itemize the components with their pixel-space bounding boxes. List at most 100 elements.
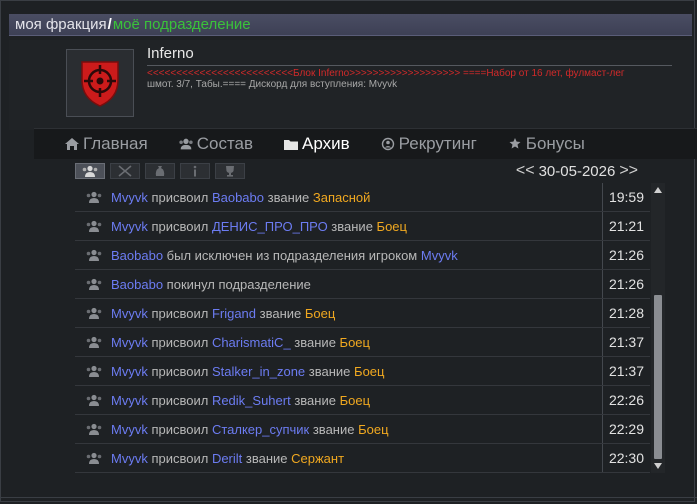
player-link[interactable]: Mvyvk	[111, 335, 148, 350]
rank-name: Запасной	[312, 189, 371, 205]
members-filter-icon	[82, 165, 98, 177]
archive-filter-toolbar	[75, 163, 250, 183]
player-link[interactable]: Redik_Suhert	[212, 393, 291, 408]
log-text: присвоил	[147, 363, 212, 379]
log-row: Mvyvk присвоил ДЕНИС_ПРО_ПРО звание Боец…	[75, 212, 650, 241]
unit-header: Inferno <<<<<<<<<<<<<<<<<<<<<<<<<Блок In…	[9, 40, 692, 130]
log-text: звание	[290, 392, 340, 408]
tab-bonuses-label: Бонусы	[525, 134, 585, 153]
members-icon	[86, 278, 102, 290]
player-link[interactable]: Derilt	[212, 451, 242, 466]
filter-trophy-button[interactable]	[215, 163, 245, 179]
archive-log-list: Mvyvk присвоил Baobabo звание Запасной 19…	[75, 183, 650, 473]
filter-money-button[interactable]	[145, 163, 175, 179]
unit-description-line1: <<<<<<<<<<<<<<<<<<<<<<<<<Блок Inferno>>>…	[147, 68, 625, 79]
recruit-icon	[381, 137, 394, 151]
tab-members-label: Состав	[196, 134, 254, 153]
log-text: присвоил	[147, 334, 212, 350]
members-icon	[86, 394, 102, 406]
combat-filter-icon	[118, 165, 132, 177]
player-link[interactable]: Frigand	[212, 306, 256, 321]
archive-date: 30-05-2026	[538, 162, 616, 180]
player-link[interactable]: Mvyvk	[111, 306, 148, 321]
unit-nav-tabs: Главная Состав Архив Рекрутинг Бонусы	[34, 128, 697, 159]
player-link[interactable]: Mvyvk	[111, 190, 148, 205]
player-link[interactable]: Mvyvk	[111, 364, 148, 379]
unit-name: Inferno	[147, 45, 194, 62]
previous-date-button[interactable]: <<	[512, 162, 539, 180]
tab-recruiting-label: Рекрутинг	[398, 134, 477, 153]
log-text: присвоил	[147, 218, 212, 234]
tab-members[interactable]: Состав	[178, 134, 253, 154]
log-row: Mvyvk присвоил Derilt звание Сержант 22:3…	[75, 444, 650, 473]
members-icon	[86, 307, 102, 319]
log-message: Mvyvk присвоил Baobabo звание Запасной	[111, 190, 602, 205]
log-time: 19:59	[602, 183, 650, 211]
scroll-up-arrow[interactable]	[653, 185, 663, 195]
breadcrumb-unit-link[interactable]: моё подразделение	[113, 16, 251, 33]
log-row: Baobabo покинул подразделение 21:26	[75, 270, 650, 299]
rank-name: Боец	[376, 218, 407, 234]
rank-name: Сержант	[291, 450, 345, 466]
money-filter-icon	[155, 166, 165, 176]
log-scrollbar[interactable]	[651, 183, 665, 473]
player-link[interactable]: CharismatiC_	[212, 335, 291, 350]
player-link[interactable]: Baobabo	[111, 248, 163, 263]
player-link[interactable]: Mvyvk	[421, 248, 458, 263]
tab-bonuses[interactable]: Бонусы	[507, 134, 585, 154]
filter-members-button[interactable]	[75, 163, 105, 179]
unit-name-divider	[147, 65, 672, 66]
player-link[interactable]: Stalker_in_zone	[212, 364, 305, 379]
tab-archive[interactable]: Архив	[283, 134, 350, 154]
log-time: 21:21	[602, 212, 650, 240]
crosshair-shield-icon	[81, 61, 119, 107]
log-text: присвоил	[147, 189, 212, 205]
log-message: Mvyvk присвоил Frigand звание Боец	[111, 306, 602, 321]
log-message: Mvyvk присвоил Redik_Suhert звание Боец	[111, 393, 602, 408]
log-time: 22:29	[602, 415, 650, 443]
breadcrumb-faction-link[interactable]: моя фракция	[15, 16, 107, 33]
log-message: Mvyvk присвоил Derilt звание Сержант	[111, 451, 602, 466]
player-link[interactable]: Mvyvk	[111, 219, 148, 234]
badge-icon	[509, 138, 521, 149]
log-message: Mvyvk присвоил Сталкер_супчик звание Бое…	[111, 422, 602, 437]
log-text: присвоил	[147, 421, 212, 437]
log-text: звание	[309, 421, 359, 437]
tab-recruiting[interactable]: Рекрутинг	[380, 134, 477, 154]
tab-home[interactable]: Главная	[64, 134, 148, 154]
filter-info-button[interactable]	[180, 163, 210, 179]
members-icon	[86, 365, 102, 377]
log-text: был исключен из подразделения игроком	[163, 247, 421, 263]
log-text: звание	[327, 218, 377, 234]
members-icon	[86, 452, 102, 464]
log-time: 21:37	[602, 328, 650, 356]
unit-description-line2: шмот. 3/7, Табы.==== Дискорд для вступле…	[147, 79, 398, 90]
player-link[interactable]: Сталкер_супчик	[212, 422, 309, 437]
rank-name: Боец	[358, 421, 389, 437]
player-link[interactable]: Mvyvk	[111, 422, 148, 437]
filter-combat-button[interactable]	[110, 163, 140, 179]
home-icon	[65, 138, 79, 150]
log-text: звание	[305, 363, 355, 379]
log-text: присвоил	[147, 450, 212, 466]
breadcrumb: моя фракция/моё подразделение	[9, 14, 692, 36]
folder-icon	[284, 140, 299, 150]
player-link[interactable]: Mvyvk	[111, 393, 148, 408]
log-row: Mvyvk присвоил Сталкер_супчик звание Бое…	[75, 415, 650, 444]
log-text: присвоил	[147, 305, 212, 321]
player-link[interactable]: Baobabo	[111, 277, 163, 292]
members-icon	[86, 423, 102, 435]
next-date-button[interactable]: >>	[615, 162, 642, 180]
player-link[interactable]: Baobabo	[212, 190, 264, 205]
log-text: присвоил	[147, 392, 212, 408]
members-icon	[86, 191, 102, 203]
scroll-down-arrow[interactable]	[653, 461, 663, 471]
tab-archive-label: Архив	[302, 134, 350, 153]
scrollbar-thumb[interactable]	[654, 295, 662, 459]
trophy-filter-icon	[226, 166, 234, 177]
player-link[interactable]: Mvyvk	[111, 451, 148, 466]
log-time: 22:26	[602, 386, 650, 414]
footer-divider	[0, 497, 697, 498]
player-link[interactable]: ДЕНИС_ПРО_ПРО	[212, 219, 328, 234]
rank-name: Боец	[339, 392, 371, 408]
